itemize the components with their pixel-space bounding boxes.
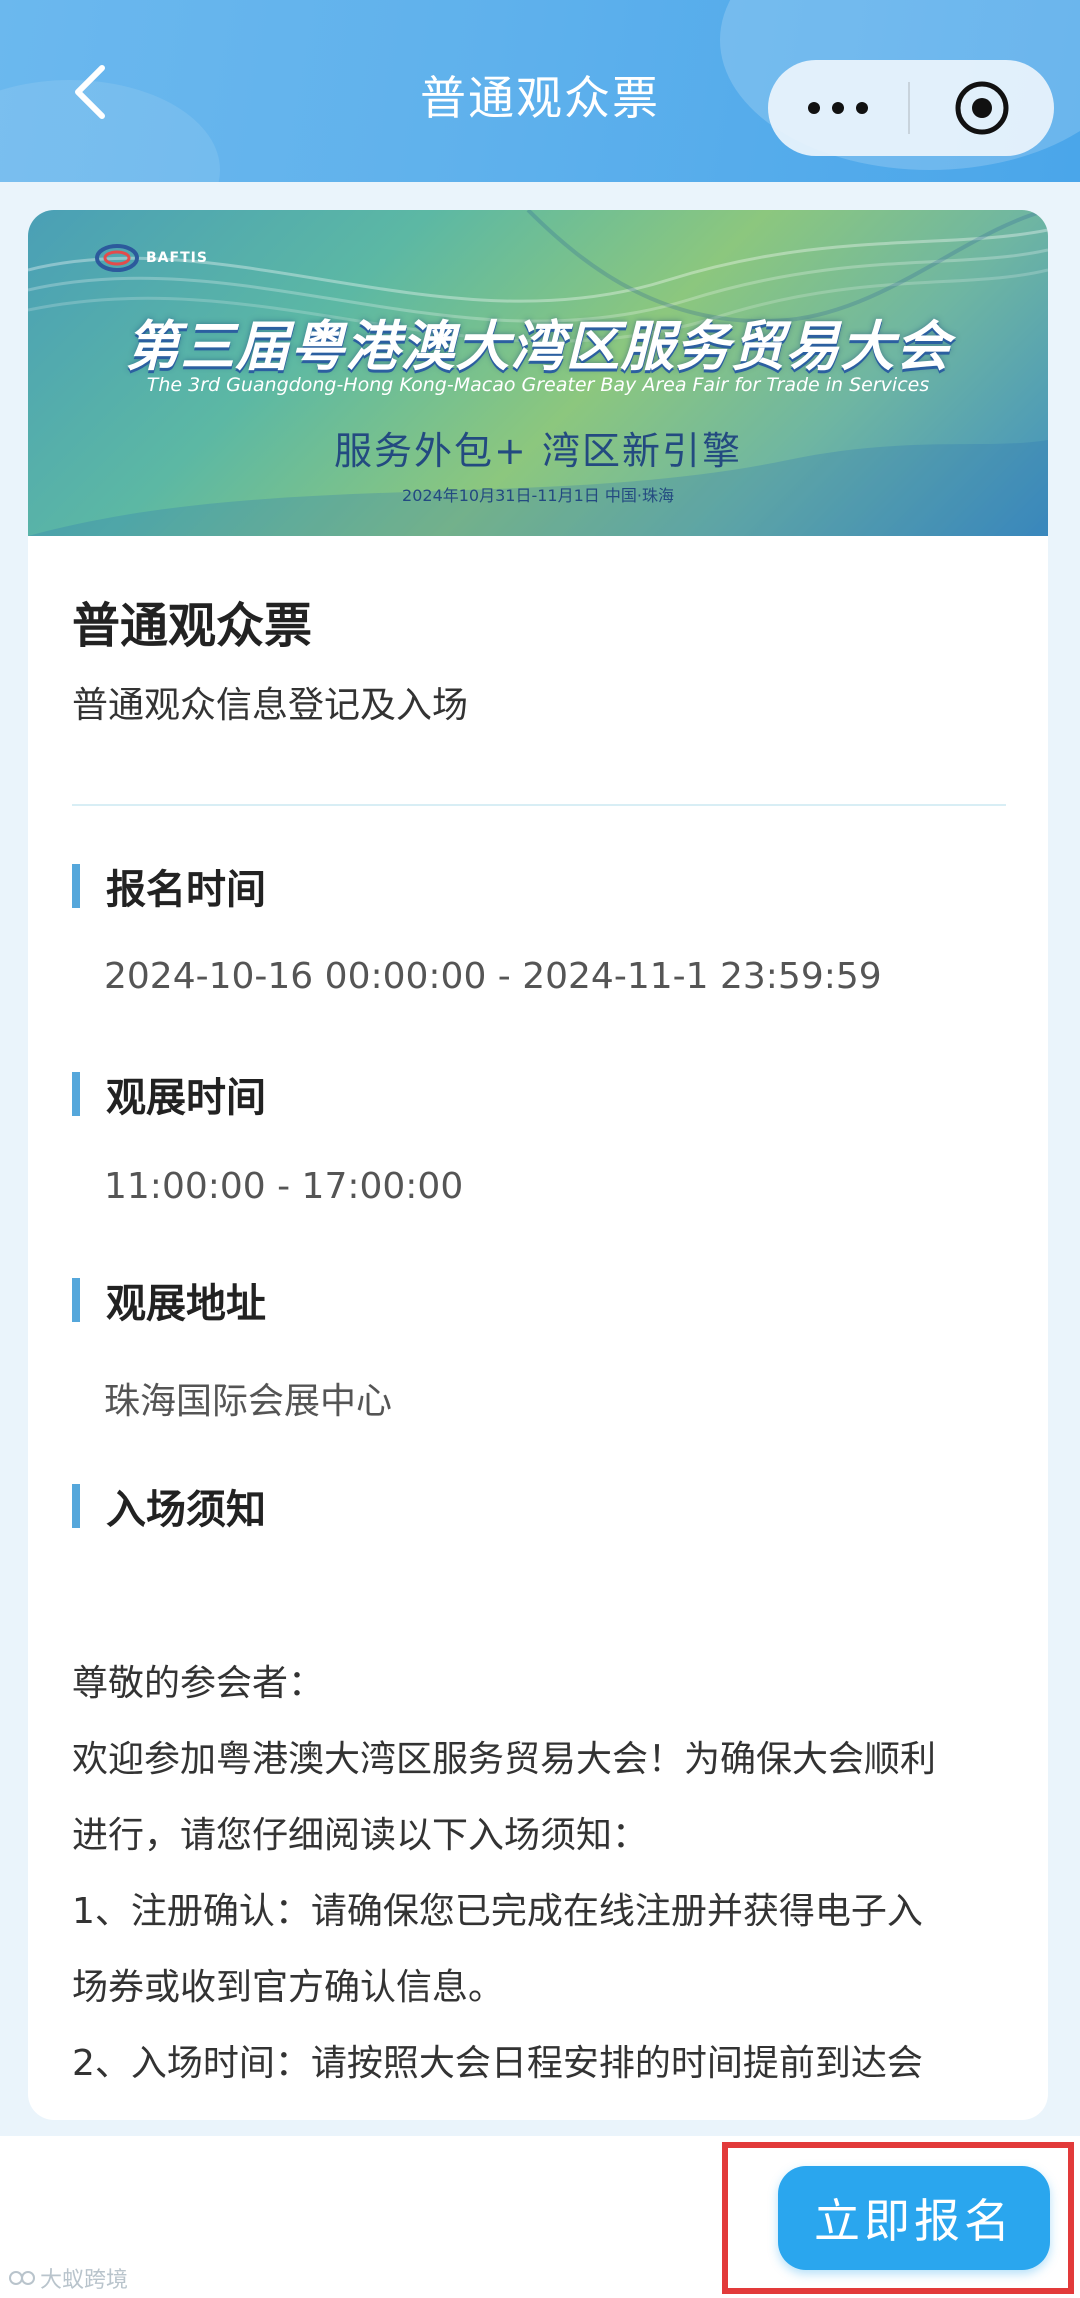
watermark: 大蚁跨境 [8, 2262, 128, 2294]
section-accent-bar [72, 1072, 80, 1116]
banner-dateline: 2024年10月31日-11月1日 中国·珠海 [402, 486, 674, 505]
ticket-title: 普通观众票 [72, 598, 313, 654]
admission-notice-text: 尊敬的参会者： 欢迎参加粤港澳大湾区服务贸易大会！为确保大会顺利 进行，请您仔细… [72, 1646, 1032, 2102]
baftis-logo-icon [95, 244, 139, 272]
registration-time-value: 2024-10-16 00:00:00 - 2024-11-1 23:59:59 [104, 956, 882, 997]
section-accent-bar [72, 864, 80, 908]
watermark-text: 大蚁跨境 [40, 2268, 129, 2293]
notice-item: 1、注册确认：请确保您已完成在线注册并获得电子入 [72, 1891, 923, 1932]
baftis-logo: BAFTIS [94, 240, 208, 276]
notice-greeting: 尊敬的参会者： [72, 1663, 325, 1704]
banner-slogan: 服务外包+ 湾区新引擎 [334, 429, 742, 473]
section-heading-exhibition-address: 观展地址 [72, 1276, 266, 1327]
notice-item: 2、入场时间：请按照大会日程安排的时间提前到达会 [72, 2043, 923, 2084]
ticket-description: 普通观众信息登记及入场 [72, 685, 469, 726]
exhibition-address-value: 珠海国际会展中心 [104, 1381, 393, 1422]
section-accent-bar [72, 1278, 80, 1322]
target-circle-icon [955, 81, 1009, 135]
notice-item: 场券或收到官方确认信息。 [72, 1967, 505, 2008]
ticket-detail-card: BAFTIS 第三届粤港澳大湾区服务贸易大会 The 3rd Guangdong… [28, 210, 1048, 2120]
close-miniprogram-button[interactable] [910, 60, 1054, 156]
banner-headline: 第三届粤港澳大湾区服务贸易大会 [125, 315, 951, 378]
section-accent-bar [72, 1484, 80, 1528]
section-label: 观展地址 [106, 1281, 266, 1327]
watermark-logo-icon [9, 2271, 35, 2285]
more-options-button[interactable] [768, 60, 908, 156]
notice-paragraph: 进行，请您仔细阅读以下入场须知： [72, 1815, 649, 1856]
divider [72, 804, 1006, 806]
section-heading-exhibition-time: 观展时间 [72, 1070, 266, 1121]
section-label: 观展时间 [106, 1075, 266, 1121]
section-heading-admission-notice: 入场须知 [72, 1482, 266, 1533]
baftis-logo-text: BAFTIS [146, 250, 208, 266]
banner-english-subline: The 3rd Guangdong-Hong Kong-Macao Greate… [146, 374, 930, 396]
section-label: 报名时间 [106, 867, 266, 913]
more-dots-icon [808, 102, 868, 114]
notice-paragraph: 欢迎参加粤港澳大湾区服务贸易大会！为确保大会顺利 [72, 1739, 937, 1780]
miniprogram-capsule [768, 60, 1054, 156]
section-heading-registration-time: 报名时间 [72, 862, 266, 913]
event-banner: BAFTIS 第三届粤港澳大湾区服务贸易大会 The 3rd Guangdong… [28, 210, 1048, 536]
section-label: 入场须知 [106, 1487, 266, 1533]
register-now-button[interactable]: 立即报名 [778, 2166, 1050, 2270]
top-nav-bar: 普通观众票 [0, 0, 1080, 182]
exhibition-time-value: 11:00:00 - 17:00:00 [104, 1166, 464, 1207]
